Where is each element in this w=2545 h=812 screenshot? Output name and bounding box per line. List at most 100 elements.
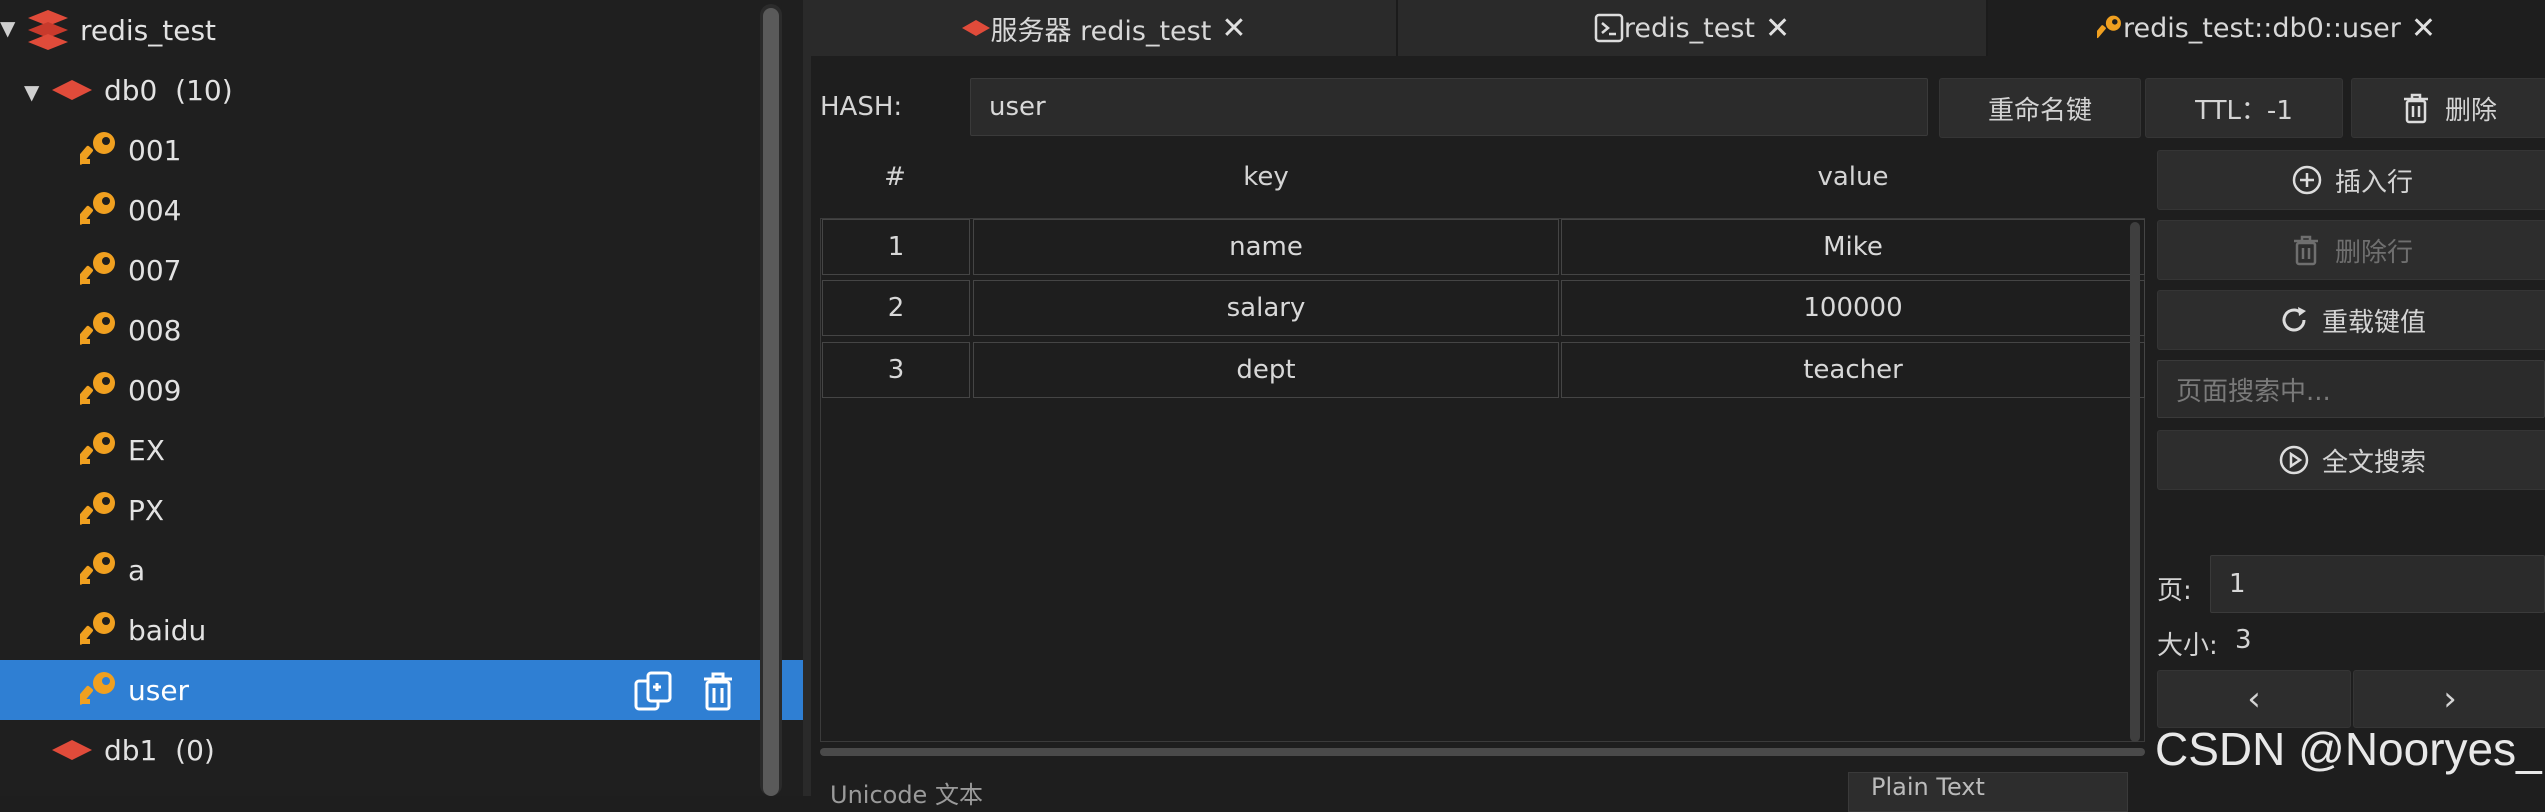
table-cell-key[interactable]: name [973,219,1559,275]
fulltext-search-button[interactable]: 全文搜索 [2157,430,2545,490]
copy-key-icon[interactable] [632,669,676,713]
tree-key-item[interactable]: baidu [0,600,760,660]
tree-connection-row[interactable]: ▼ redis_test [0,0,760,60]
tree-key-item[interactable]: 007 [0,240,760,300]
page-search-input[interactable]: 页面搜索中... [2157,360,2545,418]
table-horizontal-scrollbar[interactable] [820,748,2145,756]
key-label: user [128,673,190,707]
close-icon[interactable]: ✕ [1765,11,1790,46]
key-icon [80,492,115,525]
trash-icon [2293,235,2318,266]
tab-bar: 服务器 redis_test ✕ redis_test ✕ redis_test… [811,0,2545,56]
column-header-key[interactable]: key [972,152,1560,202]
delete-row-label: 删除行 [2334,237,2413,268]
connection-label: redis_test [80,13,217,47]
key-type-label: HASH: [820,92,903,122]
refresh-icon [2282,307,2306,332]
tab-label: redis_test [1623,12,1756,44]
key-label: a [128,553,146,587]
rename-key-label: 重命名键 [1987,95,2092,126]
database-icon [961,20,990,36]
tab-label: 服务器 redis_test [990,15,1212,47]
caret-down-icon[interactable]: ▼ [24,80,39,104]
footer-hint: Unicode 文本 [830,781,983,809]
ttl-label: TTL：-1 [2195,95,2293,126]
table-cell-index[interactable]: 2 [822,280,970,336]
key-icon [2096,15,2121,39]
table-cell-key[interactable]: dept [973,342,1559,398]
key-icon [80,192,115,225]
trash-icon [2403,93,2428,124]
tab-terminal[interactable]: redis_test ✕ [1398,0,1988,56]
sidebar-scrollbar-thumb[interactable] [763,8,779,796]
key-icon [80,672,115,705]
key-tree-sidebar: ▼ redis_test ▼ db0 (10) 001 004 007 008 … [0,0,803,796]
caret-down-icon[interactable]: ▼ [0,16,15,40]
tree-key-item[interactable]: a [0,540,760,600]
pane-divider[interactable] [803,0,811,796]
insert-row-button[interactable]: 插入行 [2157,150,2545,210]
key-label: 001 [128,133,182,167]
next-page-button[interactable]: › [2353,670,2545,728]
key-icon [80,132,115,165]
rename-key-button[interactable]: 重命名键 [1939,78,2141,138]
table-cell-value[interactable]: 100000 [1561,280,2145,336]
close-icon[interactable]: ✕ [2411,11,2436,46]
key-label: EX [128,433,165,467]
key-label: 008 [128,313,182,347]
reload-value-label: 重载键值 [2321,307,2426,338]
tree-db0-row[interactable]: ▼ db0 (10) [0,60,760,120]
tree-key-item[interactable]: 004 [0,180,760,240]
tree-key-item[interactable]: PX [0,480,760,540]
tree-db1-row[interactable]: db1 (0) [0,720,760,780]
reload-value-button[interactable]: 重载键值 [2157,290,2545,350]
key-icon [80,372,115,405]
key-label: 004 [128,193,182,227]
key-icon [80,312,115,345]
key-name-field[interactable]: user [970,78,1928,136]
table-cell-value[interactable]: Mike [1561,219,2145,275]
table-vertical-scrollbar[interactable] [2130,222,2140,742]
key-icon [80,432,115,465]
key-icon [80,552,115,585]
key-icon [80,252,115,285]
tab-server[interactable]: 服务器 redis_test ✕ [811,0,1398,56]
column-header-value[interactable]: value [1560,152,2146,202]
tree-key-item[interactable]: EX [0,420,760,480]
insert-row-label: 插入行 [2334,167,2413,198]
db1-label: db1 (0) [104,733,215,767]
play-circle-icon [2279,445,2309,475]
close-icon[interactable]: ✕ [1221,11,1246,46]
column-header-index[interactable]: # [820,152,970,202]
format-select[interactable]: Plain Text [1848,772,2128,812]
trash-icon[interactable] [698,669,738,713]
delete-key-button[interactable]: 删除 [2351,78,2545,138]
plus-circle-icon [2292,165,2322,195]
fulltext-search-label: 全文搜索 [2321,447,2426,478]
size-value: 3 [2235,625,2252,655]
page-number-field[interactable]: 1 [2210,555,2545,613]
page-label: 页: [2157,576,2192,606]
chevron-right-icon: › [2443,679,2457,719]
size-label: 大小: [2157,631,2218,661]
key-label: 009 [128,373,182,407]
tree-key-item-selected[interactable]: user [0,660,803,720]
tab-key-user[interactable]: redis_test::db0::user ✕ [1988,0,2545,56]
table-cell-index[interactable]: 1 [822,219,970,275]
delete-row-button[interactable]: 删除行 [2157,220,2545,280]
key-label: PX [128,493,165,527]
tree-key-item[interactable]: 008 [0,300,760,360]
chevron-left-icon: ‹ [2247,679,2261,719]
tree-key-item[interactable]: 009 [0,360,760,420]
tree-key-item[interactable]: 001 [0,120,760,180]
redis-stack-icon [28,10,68,50]
prev-page-button[interactable]: ‹ [2157,670,2351,728]
table-cell-index[interactable]: 3 [822,342,970,398]
table-cell-key[interactable]: salary [973,280,1559,336]
db0-label: db0 (10) [104,73,233,107]
table-cell-value[interactable]: teacher [1561,342,2145,398]
tab-label: redis_test::db0::user [2122,12,2401,44]
delete-key-label: 删除 [2444,95,2497,126]
terminal-icon [1594,13,1624,43]
ttl-button[interactable]: TTL：-1 [2145,78,2343,138]
